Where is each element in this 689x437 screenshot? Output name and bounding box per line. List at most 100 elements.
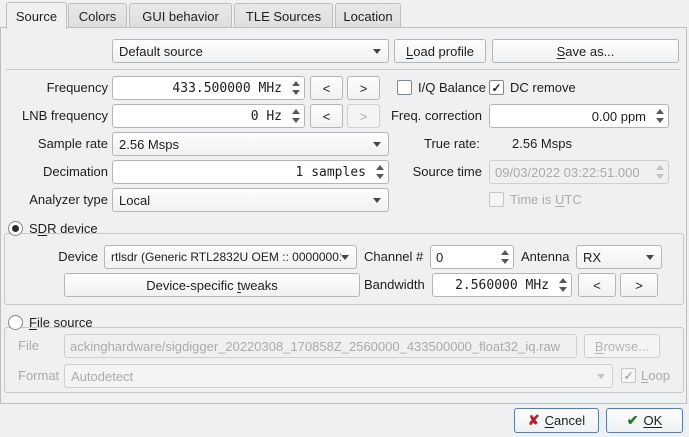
cancel-x-icon: ✘ (528, 412, 540, 429)
checkmark-icon: ✓ (491, 81, 501, 95)
bandwidth-increase-button[interactable]: > (620, 273, 658, 297)
channel-spinbox[interactable]: 0 (430, 245, 514, 269)
true-rate-value: 2.56 Msps (512, 132, 572, 156)
sample-rate-value: 2.56 Msps (113, 137, 373, 152)
file-source-radio[interactable] (8, 315, 23, 330)
bandwidth-spinbox[interactable]: 2.560000 MHz (432, 273, 572, 297)
iq-balance-checkbox[interactable] (397, 80, 412, 95)
tab-source[interactable]: Source (6, 2, 67, 29)
tab-location[interactable]: Location (335, 3, 401, 28)
spin-down-icon[interactable] (292, 118, 300, 123)
device-tweaks-button-label: Device-specific tweaks (146, 278, 278, 293)
save-as-button-label: Save as... (557, 44, 615, 59)
sample-rate-combo[interactable]: 2.56 Msps (112, 132, 389, 156)
checkmark-icon: ✓ (623, 369, 633, 383)
load-profile-button-label: Load profile (406, 44, 474, 59)
profile-combo-value: Default source (113, 44, 373, 59)
file-path-field: ackinghardware/sigdigger_20220308_170858… (64, 334, 577, 358)
profile-combo[interactable]: Default source (112, 39, 389, 63)
cancel-button[interactable]: ✘ Cancel (514, 408, 599, 433)
spin-up-icon[interactable] (292, 81, 300, 86)
loop-checkbox: ✓ (621, 368, 636, 383)
bandwidth-value: 2.560000 MHz (433, 278, 554, 293)
chevron-down-icon (373, 198, 381, 203)
file-path-value: ackinghardware/sigdigger_20220308_170858… (65, 339, 576, 354)
tab-colors[interactable]: Colors (68, 3, 127, 28)
iq-balance-label: I/Q Balance (418, 76, 486, 100)
bandwidth-label: Bandwidth (364, 273, 425, 297)
dc-remove-checkbox[interactable]: ✓ (489, 80, 504, 95)
channel-label: Channel # (364, 245, 423, 269)
spin-up-icon[interactable] (292, 109, 300, 114)
spin-down-icon[interactable] (501, 259, 509, 264)
chevron-down-icon (341, 255, 349, 260)
bandwidth-decrease-button[interactable]: < (578, 273, 616, 297)
spin-up-icon (656, 165, 664, 170)
spin-down-icon[interactable] (292, 90, 300, 95)
format-value: Autodetect (65, 369, 597, 384)
sdr-device-radio[interactable] (8, 221, 23, 236)
device-label: Device (40, 245, 98, 269)
chevron-down-icon (373, 49, 381, 54)
format-label: Format (18, 364, 59, 388)
antenna-combo[interactable]: RX (576, 245, 662, 269)
frequency-decrease-button[interactable]: < (310, 76, 343, 100)
lnb-frequency-spinbox[interactable]: 0 Hz (112, 104, 305, 128)
device-combo[interactable]: rtlsdr (Generic RTL2832U OEM :: 00000001… (104, 245, 357, 269)
browse-button-label: Browse... (595, 339, 649, 354)
sdr-device-radio-label: SDR device (29, 217, 98, 241)
tab-label: Location (343, 9, 392, 24)
file-source-radio-label: File source (29, 311, 93, 335)
lnb-frequency-value: 0 Hz (113, 109, 287, 124)
spin-down-icon[interactable] (376, 174, 384, 179)
loop-label: Loop (641, 364, 670, 388)
freq-correction-value: 0.00 ppm (490, 109, 651, 124)
format-combo: Autodetect (64, 364, 613, 388)
source-time-value: 09/03/2022 03:22:51.000 (490, 165, 651, 180)
decimation-spinbox[interactable]: 1 samples (112, 160, 389, 184)
antenna-label: Antenna (521, 245, 569, 269)
true-rate-label: True rate: (424, 132, 480, 156)
decimation-value: 1 samples (113, 165, 371, 180)
file-label: File (18, 334, 39, 358)
tab-label: Colors (79, 9, 117, 24)
device-tweaks-button[interactable]: Device-specific tweaks (64, 273, 360, 297)
analyzer-type-label: Analyzer type (8, 188, 108, 212)
tab-tle-sources[interactable]: TLE Sources (234, 3, 333, 28)
antenna-value: RX (577, 250, 646, 265)
separator (6, 69, 681, 70)
spin-up-icon[interactable] (376, 165, 384, 170)
cancel-button-label: Cancel (545, 413, 585, 428)
tab-label: TLE Sources (246, 9, 321, 24)
analyzer-type-combo[interactable]: Local (112, 188, 389, 212)
spin-up-icon[interactable] (656, 109, 664, 114)
spin-up-icon[interactable] (559, 278, 567, 283)
ok-button[interactable]: ✔ OK (606, 408, 683, 433)
lnb-decrease-button[interactable]: < (310, 104, 343, 128)
spin-up-icon[interactable] (501, 250, 509, 255)
tab-gui-behavior[interactable]: GUI behavior (129, 3, 232, 28)
frequency-spinbox[interactable]: 433.500000 MHz (112, 76, 305, 100)
channel-value: 0 (431, 250, 496, 265)
spin-down-icon[interactable] (559, 287, 567, 292)
dc-remove-label: DC remove (510, 76, 576, 100)
radio-dot-icon (12, 225, 19, 232)
chevron-down-icon (646, 255, 654, 260)
lnb-frequency-label: LNB frequency (8, 104, 108, 128)
save-as-button[interactable]: Save as... (492, 39, 679, 63)
time-is-utc-label: Time is UTC (510, 188, 582, 212)
tab-label: Source (16, 9, 57, 24)
browse-button: Browse... (584, 334, 660, 358)
freq-correction-spinbox[interactable]: 0.00 ppm (489, 104, 669, 128)
source-time-label: Source time (388, 160, 482, 184)
load-profile-button[interactable]: Load profile (394, 39, 486, 63)
chevron-down-icon (373, 142, 381, 147)
spin-down-icon[interactable] (656, 118, 664, 123)
chevron-down-icon (597, 374, 605, 379)
ok-check-icon: ✔ (627, 412, 639, 429)
spin-down-icon (656, 174, 664, 179)
time-is-utc-checkbox (489, 192, 504, 207)
frequency-increase-button[interactable]: > (347, 76, 380, 100)
decimation-label: Decimation (8, 160, 108, 184)
source-time-field: 09/03/2022 03:22:51.000 (489, 160, 669, 184)
